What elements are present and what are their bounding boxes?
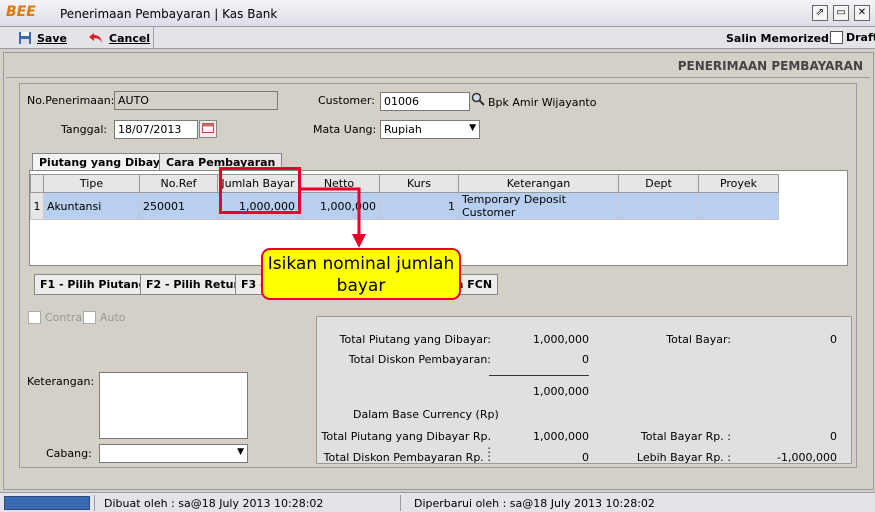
tanggal-label: Tanggal: — [61, 123, 108, 136]
draft-label: Draft — [846, 31, 875, 44]
keterangan-textarea[interactable] — [99, 372, 248, 439]
cell-dept[interactable] — [618, 192, 699, 220]
auto-checkbox[interactable]: Auto — [83, 311, 126, 324]
cell-tipe[interactable]: Akuntansi — [43, 192, 140, 220]
cabang-select[interactable]: ▼ — [99, 444, 248, 463]
total-sum-value: 1,000,000 — [533, 385, 589, 398]
pilih-piutang-button[interactable]: F1 - Pilih Piutang — [34, 274, 153, 295]
contra-check-box[interactable] — [28, 311, 41, 324]
header-divider — [6, 77, 870, 78]
status-divider — [94, 495, 95, 511]
customer-name: Bpk Amir Wijayanto — [488, 96, 597, 109]
minimize-icon[interactable]: ▭ — [833, 5, 849, 21]
status-divider — [400, 495, 401, 511]
row-number: 1 — [30, 192, 44, 220]
callout-arrow — [299, 187, 366, 248]
section-title: PENERIMAAN PEMBAYARAN — [677, 59, 863, 73]
piutang-table: Tipe No.Ref Jumlah Bayar Netto Kurs Kete… — [30, 174, 779, 220]
base-currency-label: Dalam Base Currency (Rp) — [353, 408, 499, 421]
total-diskon-value: 0 — [582, 353, 589, 366]
total-bayar-label: Total Bayar: — [666, 333, 731, 346]
title-bar: BEE Penerimaan Pembayaran | Kas Bank ⇗ ▭… — [0, 0, 875, 27]
total-piutang-value: 1,000,000 — [533, 333, 589, 346]
total-bayar-rp-value: 0 — [830, 430, 837, 443]
chevron-down-icon: ▼ — [237, 447, 244, 457]
created-by-text: Dibuat oleh : sa@18 July 2013 10:28:02 — [104, 497, 324, 510]
total-diskon-rp-label: Total Diskon Pembayaran Rp. : — [323, 451, 491, 464]
save-icon — [19, 32, 31, 44]
no-penerimaan-field: AUTO — [114, 91, 278, 110]
save-button[interactable]: Save — [18, 30, 67, 46]
cancel-label: Cancel — [109, 31, 151, 45]
table-header: Tipe No.Ref Jumlah Bayar Netto Kurs Kete… — [30, 174, 779, 193]
total-bayar-rp-label: Total Bayar Rp. : — [640, 430, 731, 443]
close-icon[interactable]: ✕ — [854, 5, 870, 21]
col-keterangan: Keterangan — [458, 174, 619, 193]
lebih-bayar-label: Lebih Bayar Rp. : — [636, 451, 731, 464]
calendar-icon[interactable] — [199, 120, 217, 138]
total-piutang-rp-value: 1,000,000 — [533, 430, 589, 443]
contra-checkbox[interactable]: Contra — [28, 311, 82, 324]
callout-line-2: bayar — [336, 276, 386, 296]
instruction-callout: Isikan nominal jumlah bayar — [261, 248, 461, 300]
lebih-bayar-value: -1,000,000 — [777, 451, 837, 464]
total-piutang-label: Total Piutang yang Dibayar: — [339, 333, 491, 346]
memorized-button[interactable]: Salin Memorized — [726, 32, 829, 45]
table-row[interactable]: 1 Akuntansi 250001 1,000,000 1,000,000 1… — [30, 192, 779, 220]
keterangan-label: Keterangan: — [27, 375, 95, 388]
highlight-box — [219, 167, 301, 214]
toolbar: Save Cancel Salin Memorized Draft — [0, 27, 875, 49]
status-indicator — [4, 496, 90, 510]
cabang-label: Cabang: — [46, 447, 92, 460]
mata-uang-label: Mata Uang: — [313, 123, 377, 136]
mata-uang-select[interactable]: Rupiah ▼ — [380, 120, 480, 139]
auto-check-box[interactable] — [83, 311, 96, 324]
pilih-retur-button[interactable]: F2 - Pilih Retur — [140, 274, 245, 295]
app-logo: BEE — [6, 4, 36, 20]
row-number-header — [30, 174, 44, 193]
total-bayar-value: 0 — [830, 333, 837, 346]
toolbar-divider — [153, 27, 154, 49]
col-dept: Dept — [618, 174, 699, 193]
auto-label: Auto — [100, 311, 126, 324]
col-proyek: Proyek — [698, 174, 779, 193]
cell-noref[interactable]: 250001 — [139, 192, 218, 220]
updated-by-text: Diperbarui oleh : sa@18 July 2013 10:28:… — [414, 497, 655, 510]
total-diskon-rp-value: 0 — [582, 451, 589, 464]
save-label: Save — [37, 31, 67, 45]
total-diskon-label: Total Diskon Pembayaran: — [348, 353, 491, 366]
cell-kurs[interactable]: 1 — [379, 192, 459, 220]
customer-label: Customer: — [318, 94, 375, 107]
callout-line-1: Isikan nominal jumlah — [267, 254, 455, 274]
cell-proyek[interactable] — [698, 192, 779, 220]
status-bar: Dibuat oleh : sa@18 July 2013 10:28:02 D… — [0, 492, 875, 512]
col-kurs: Kurs — [379, 174, 459, 193]
window-title: Penerimaan Pembayaran | Kas Bank — [60, 7, 278, 21]
col-tipe: Tipe — [43, 174, 140, 193]
draft-checkbox[interactable]: Draft — [830, 31, 875, 44]
draft-check-box[interactable] — [830, 31, 843, 44]
cell-keterangan[interactable]: Temporary Deposit Customer — [458, 192, 619, 220]
customer-field[interactable]: 01006 — [380, 92, 470, 111]
undo-icon — [89, 33, 102, 43]
mata-uang-value: Rupiah — [384, 123, 422, 136]
restore-icon[interactable]: ⇗ — [812, 5, 828, 21]
cancel-button[interactable]: Cancel — [88, 30, 150, 46]
chevron-down-icon: ▼ — [469, 123, 476, 133]
contra-label: Contra — [45, 311, 82, 324]
search-icon[interactable] — [469, 92, 487, 110]
tab-piutang[interactable]: Piutang yang Dibayar — [32, 153, 180, 171]
col-noref: No.Ref — [139, 174, 218, 193]
totals-panel: Total Piutang yang Dibayar: 1,000,000 To… — [316, 316, 852, 464]
no-penerimaan-label: No.Penerimaan: — [27, 94, 115, 107]
tanggal-field[interactable]: 18/07/2013 — [114, 120, 198, 139]
sum-divider — [489, 375, 589, 376]
